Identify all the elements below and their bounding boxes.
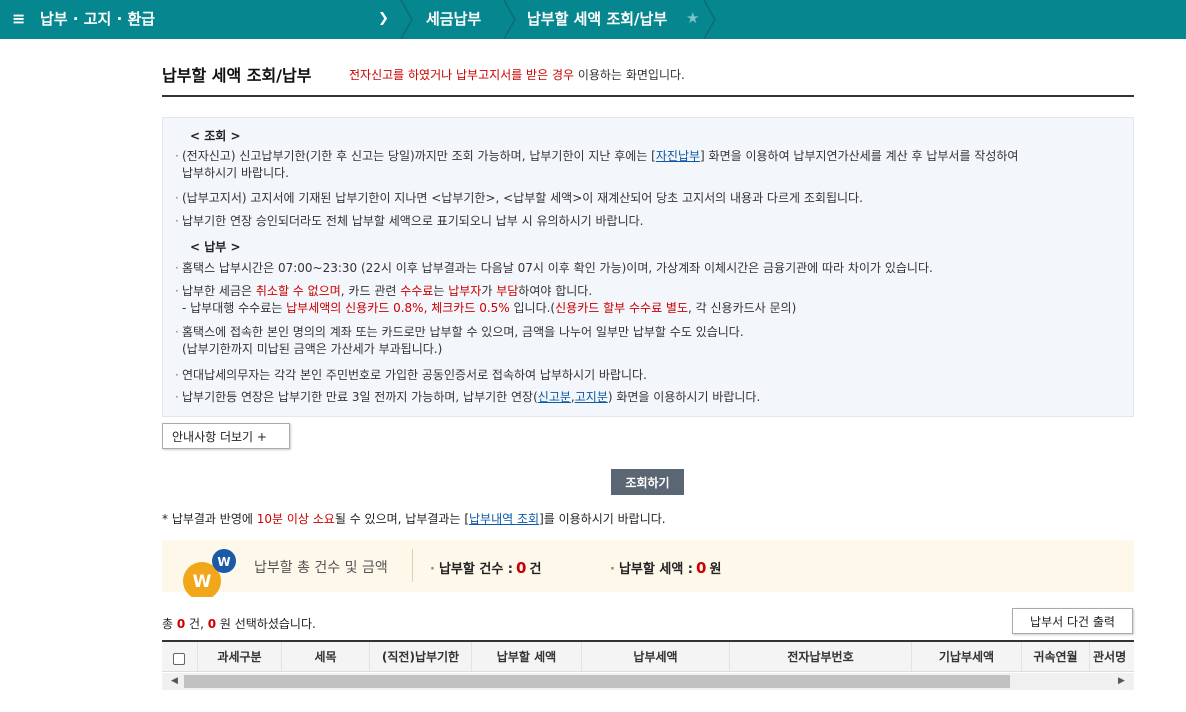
column-header: 세목 [282,642,370,671]
hamburger-menu-icon[interactable]: ≡ [12,9,25,29]
hometax-w-logo-icon: W W [183,549,236,597]
payment-count-value: 0 [516,559,527,577]
breadcrumb-payment-category[interactable]: 납부 · 고지 · 환급 [40,9,155,29]
column-header: 납부세액 [582,642,730,671]
column-header: 기납부세액 [912,642,1022,671]
summary-label: 납부할 총 건수 및 금액 [254,560,388,576]
payment-result-note: * 납부결과 반영에 10분 이상 소요될 수 있으며, 납부결과는 [납부내역… [162,512,666,526]
favorite-star-icon[interactable]: ★ [686,8,699,28]
title-divider [162,95,1134,97]
payment-count: 납부할 건수 :0건 [430,558,541,577]
info-bullet-8: 납부기한등 연장은 납부기한 만료 3일 전까지 가능하며, 납부기한 연장(신… [175,389,1112,406]
breadcrumb-current-page: 납부할 세액 조회/납부 [527,10,668,28]
payment-table-header: 과세구분 세목 (직전)납부기한 납부할 세액 납부세액 전자납부번호 기납부세… [162,640,1134,672]
breadcrumb-separator [503,0,516,39]
column-header: 과세구분 [198,642,282,671]
payment-amount: 납부할 세액 :0원 [610,558,721,577]
chevron-down-icon[interactable]: ❯ [378,9,389,29]
notice-extension-link[interactable]: 고지분 [575,390,608,404]
payment-amount-value: 0 [696,559,707,577]
section-heading-inquiry: < 조회 > [190,129,241,143]
page-description: 전자신고를 하였거나 납부고지서를 받은 경우 이용하는 화면입니다. [349,68,685,82]
column-header: 귀속연월 [1022,642,1090,671]
page-title: 납부할 세액 조회/납부 [162,66,312,85]
self-payment-link[interactable]: 자진납부 [656,149,700,163]
horizontal-scrollbar[interactable]: ◀ ▶ [162,673,1134,690]
info-bullet-6: 홈택스에 접속한 본인 명의의 계좌 또는 카드로만 납부할 수 있으며, 금액… [175,324,1112,358]
info-bullet-3: 납부기한 연장 승인되더라도 전체 납부할 세액으로 표기되오니 납부 시 유의… [175,213,1112,230]
print-multiple-button[interactable]: 납부서 다건 출력 [1012,608,1133,634]
info-bullet-2: (납부고지서) 고지서에 기재된 납부기한이 지나면 <납부기한>, <납부할 … [175,190,1112,207]
selection-summary: 총 0 건, 0 원 선택하셨습니다. [162,617,316,631]
column-header: (직전)납부기한 [370,642,472,671]
breadcrumb-separator [703,0,716,39]
info-bullet-4: 홈택스 납부시간은 07:00~23:30 (22시 이후 납부결과는 다음날 … [175,260,1112,277]
info-bullet-5: 납부한 세금은 취소할 수 없으며, 카드 관련 수수료는 납부자가 부담하여야… [175,283,1112,317]
column-header: 전자납부번호 [730,642,912,671]
column-header: 관서명 [1090,642,1134,671]
info-bullet-7: 연대납세의무자는 각각 본인 주민번호로 가입한 공동인증서로 접속하여 납부하… [175,367,1112,384]
scroll-left-icon[interactable]: ◀ [166,673,183,690]
section-heading-payment: < 납부 > [190,240,241,254]
more-info-button[interactable]: 안내사항 더보기 + [162,423,290,449]
summary-divider [412,549,413,582]
breadcrumb-tax-payment[interactable]: 세금납부 [426,9,481,29]
breadcrumb-separator [400,0,413,39]
logo-letter: W [193,572,212,592]
report-extension-link[interactable]: 신고분 [538,390,571,404]
scroll-right-icon[interactable]: ▶ [1113,673,1130,690]
top-nav-bar: ≡ 납부 · 고지 · 환급 ❯ 세금납부 납부할 세액 조회/납부 ★ [0,0,1186,39]
info-bullet-1: (전자신고) 신고납부기한(기한 후 신고는 당일)까지만 조회 가능하며, 납… [175,148,1112,182]
payment-summary-box: W W 납부할 총 건수 및 금액 납부할 건수 :0건 납부할 세액 :0원 [162,540,1134,597]
column-header: 납부할 세액 [472,642,582,671]
select-all-checkbox[interactable] [173,653,185,665]
payment-history-link[interactable]: 납부내역 조회 [469,512,539,526]
select-all-cell [162,642,198,671]
search-button[interactable]: 조회하기 [611,469,684,495]
logo-letter: W [217,555,230,569]
scrollbar-thumb[interactable] [184,675,1010,688]
guide-info-box: < 조회 > (전자신고) 신고납부기한(기한 후 신고는 당일)까지만 조회 … [162,117,1134,417]
